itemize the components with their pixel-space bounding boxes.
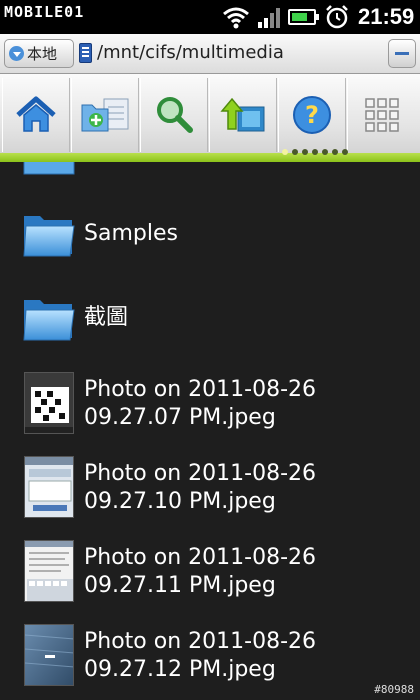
file-name-line2: 09.27.10 PM.jpeg xyxy=(84,489,276,514)
toolbar-accent-strip xyxy=(0,153,420,162)
file-list[interactable]: Samples 截圖 Photo on 2011-08-26 09.27.07 … xyxy=(0,162,420,700)
location-selector[interactable]: 本地 xyxy=(4,39,74,68)
sdcard-icon xyxy=(79,43,92,63)
help-button[interactable]: ? xyxy=(278,78,346,152)
file-name-line2: 09.27.11 PM.jpeg xyxy=(84,573,276,598)
grid-menu-button[interactable] xyxy=(347,78,415,152)
search-icon xyxy=(157,97,193,133)
folder-icon xyxy=(23,216,75,257)
up-folder-button[interactable] xyxy=(209,78,277,152)
new-folder-icon xyxy=(81,98,129,132)
image-thumbnail xyxy=(24,624,74,686)
home-icon xyxy=(16,96,56,132)
file-name: Photo on 2011-08-26 xyxy=(84,629,316,654)
current-path[interactable]: /mnt/cifs/multimedia xyxy=(97,42,284,63)
page-dot xyxy=(322,149,328,155)
page-dot xyxy=(292,149,298,155)
battery-level xyxy=(292,13,307,21)
wifi-icon xyxy=(223,7,249,29)
watermark-id: #80988 xyxy=(374,683,414,696)
image-thumbnail xyxy=(24,540,74,602)
image-thumbnail xyxy=(24,456,74,518)
new-folder-button[interactable] xyxy=(71,78,139,152)
file-name: Samples xyxy=(84,221,178,246)
list-item[interactable]: Photo on 2011-08-26 09.27.11 PM.jpeg xyxy=(0,538,420,608)
image-thumbnail xyxy=(24,372,74,434)
list-item[interactable]: Samples xyxy=(0,206,420,268)
toolbar-page-indicator xyxy=(282,149,348,155)
clock-time: 21:59 xyxy=(358,4,415,29)
grid-menu-icon xyxy=(364,98,399,132)
status-bar: MOBILE01 21:59 xyxy=(0,0,420,34)
list-item[interactable]: Photo on 2011-08-26 09.27.12 PM.jpeg xyxy=(0,622,420,700)
help-icon: ? xyxy=(293,96,331,134)
page-dot xyxy=(312,149,318,155)
page-dot xyxy=(282,149,288,155)
battery-icon xyxy=(288,9,319,25)
file-name: 截圖 xyxy=(84,305,129,330)
file-name: Photo on 2011-08-26 xyxy=(84,461,316,486)
list-item[interactable]: 截圖 xyxy=(0,290,420,352)
brand-watermark: MOBILE01 xyxy=(4,3,85,21)
location-label: 本地 xyxy=(27,45,58,63)
path-bar: 本地 /mnt/cifs/multimedia xyxy=(0,34,420,74)
up-folder-icon xyxy=(220,97,265,132)
file-name-line2: 09.27.12 PM.jpeg xyxy=(84,657,276,682)
alarm-icon xyxy=(326,5,348,29)
file-name: Photo on 2011-08-26 xyxy=(84,377,316,402)
toolbar: ? xyxy=(0,74,420,162)
home-button[interactable] xyxy=(2,78,70,152)
folder-icon xyxy=(23,162,75,175)
page-dot xyxy=(342,149,348,155)
search-button[interactable] xyxy=(140,78,208,152)
dropdown-arrow-icon xyxy=(9,46,24,61)
page-dot xyxy=(332,149,338,155)
list-item[interactable]: Photo on 2011-08-26 09.27.10 PM.jpeg xyxy=(0,454,420,524)
list-item[interactable]: Photo on 2011-08-26 09.27.07 PM.jpeg xyxy=(0,370,420,440)
folder-icon xyxy=(23,300,75,341)
page-dot xyxy=(302,149,308,155)
collapse-toolbar-button[interactable] xyxy=(388,39,416,68)
signal-icon xyxy=(258,8,280,28)
file-name: Photo on 2011-08-26 xyxy=(84,545,316,570)
file-name-line2: 09.27.07 PM.jpeg xyxy=(84,405,276,430)
svg-text:?: ? xyxy=(305,101,319,129)
